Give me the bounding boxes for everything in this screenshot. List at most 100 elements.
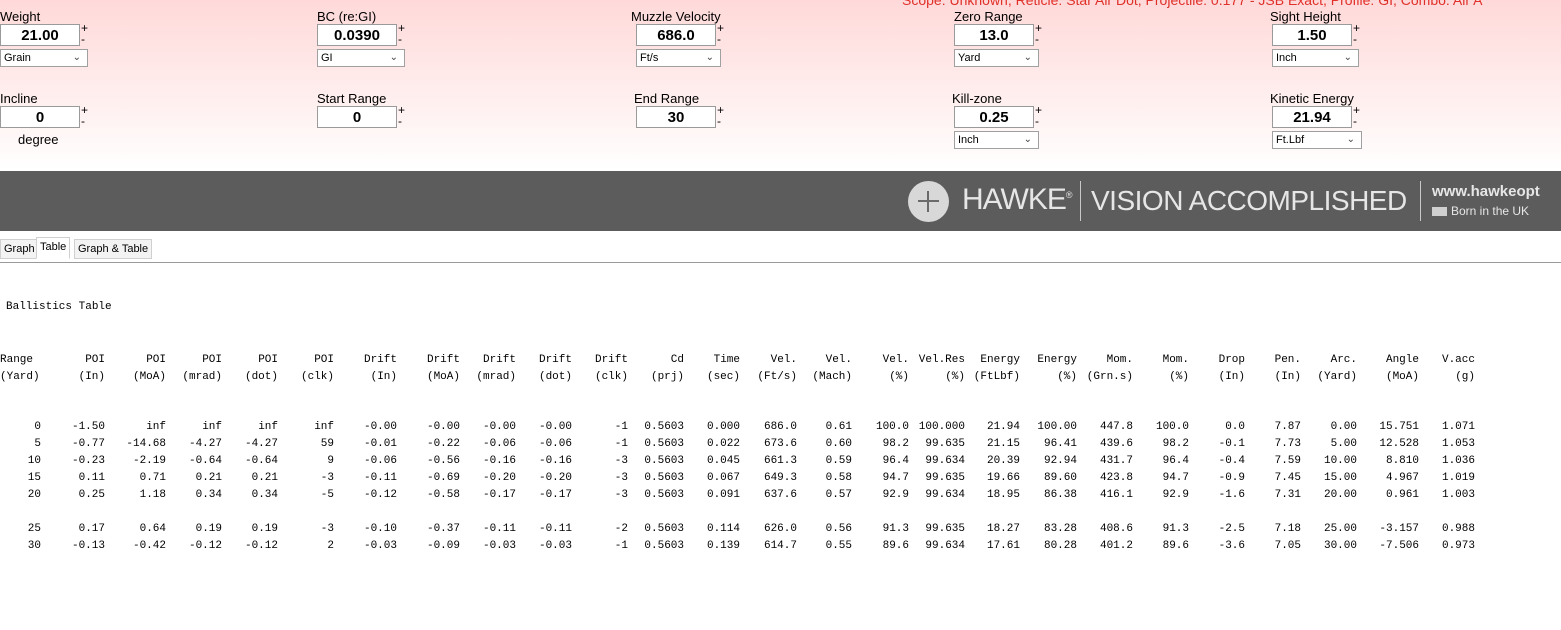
start-range-decrement-button[interactable]: - (398, 115, 402, 127)
sight-height-decrement-button[interactable]: - (1353, 33, 1357, 45)
table-cell: (In) (370, 371, 397, 383)
table-cell: 0.11 (78, 472, 105, 484)
table-cell: 25.00 (1323, 523, 1357, 535)
brand-slogan: VISION ACCOMPLISHED (1091, 185, 1407, 216)
tab-table[interactable]: Table (36, 237, 71, 259)
kinetic-energy-field: Kinetic Energy + - Ft.Lbf ⌄ (1270, 91, 1380, 149)
kill-zone-label: Kill-zone (952, 91, 1002, 106)
bc-decrement-button[interactable]: - (398, 33, 402, 45)
table-cell: -0.00 (363, 421, 397, 433)
weight-unit-select[interactable]: Grain ⌄ (0, 49, 88, 67)
table-cell: -5 (320, 489, 334, 501)
zero-range-input[interactable] (954, 24, 1034, 46)
table-title: Ballistics Table (6, 301, 112, 313)
end-range-spinner: + - (636, 104, 724, 128)
tab-graph[interactable]: Graph (0, 239, 39, 259)
table-cell: -3 (320, 523, 334, 535)
start-range-input[interactable] (317, 106, 397, 128)
muzzle-velocity-field: Muzzle Velocity + - Ft/s ⌄ (631, 9, 741, 67)
sight-height-unit-select[interactable]: Inch ⌄ (1272, 49, 1359, 67)
kill-zone-spinner: + - (954, 104, 1042, 128)
table-cell: V.acc (1441, 354, 1475, 366)
chevron-down-icon: ⌄ (72, 52, 81, 63)
weight-decrement-button[interactable]: - (81, 33, 85, 45)
weight-unit-value: Grain (4, 52, 31, 64)
table-cell: -0.23 (71, 455, 105, 467)
table-cell: POI (314, 354, 334, 366)
table-cell: (Yard) (1317, 371, 1357, 383)
table-cell: -0.01 (363, 438, 397, 450)
brand-divider (1080, 181, 1081, 221)
end-range-input[interactable] (636, 106, 716, 128)
zero-range-decrement-button[interactable]: - (1035, 33, 1039, 45)
muzzle-velocity-unit-value: Ft/s (640, 52, 659, 64)
tab-divider (0, 262, 1561, 263)
bc-input[interactable] (317, 24, 397, 46)
table-cell: 2 (327, 540, 334, 552)
incline-unit-label: degree (18, 132, 59, 147)
table-cell: 1.019 (1441, 472, 1475, 484)
table-cell: 59 (320, 438, 334, 450)
bc-spinner: + - (317, 22, 405, 46)
sight-height-input[interactable] (1272, 24, 1352, 46)
uk-flag-icon (1432, 207, 1447, 216)
table-cell: -3 (320, 472, 334, 484)
kinetic-energy-unit-value: Ft.Lbf (1276, 134, 1305, 146)
end-range-decrement-button[interactable]: - (717, 115, 721, 127)
crosshair-logo-icon (908, 181, 949, 222)
table-cell: 0.988 (1441, 523, 1475, 535)
zero-range-unit-select[interactable]: Yard ⌄ (954, 49, 1039, 67)
incline-field: Incline + - degree (0, 91, 110, 147)
zero-range-spinner: + - (954, 22, 1042, 46)
table-cell: POI (85, 354, 105, 366)
table-cell: 0.00 (1330, 421, 1357, 433)
start-range-field: Start Range + - (317, 91, 427, 128)
kill-zone-field: Kill-zone + - Inch ⌄ (952, 91, 1062, 149)
table-cell: (Yard) (0, 371, 40, 383)
incline-spinner: + - (0, 104, 88, 128)
table-cell: -0.77 (71, 438, 105, 450)
chevron-down-icon: ⌄ (705, 52, 714, 63)
table-cell: Arc. (1330, 354, 1357, 366)
incline-decrement-button[interactable]: - (81, 115, 85, 127)
table-cell: (In) (78, 371, 105, 383)
kinetic-energy-unit-select[interactable]: Ft.Lbf ⌄ (1272, 131, 1362, 149)
tab-graph-and-table[interactable]: Graph & Table (74, 239, 153, 259)
table-cell: 0.17 (78, 523, 105, 535)
brand-divider (1420, 181, 1421, 221)
weight-input[interactable] (0, 24, 80, 46)
brand-url: www.hawkeopt (1432, 183, 1540, 200)
table-cell: -0.03 (363, 540, 397, 552)
end-range-label: End Range (634, 91, 700, 106)
table-cell: 15.00 (1323, 472, 1357, 484)
incline-label: Incline (0, 91, 38, 106)
bc-model-select[interactable]: GI ⌄ (317, 49, 405, 67)
muzzle-velocity-decrement-button[interactable]: - (717, 33, 721, 45)
bc-model-value: GI (321, 52, 333, 64)
table-cell: 0.973 (1441, 540, 1475, 552)
bc-label: BC (re:GI) (317, 9, 377, 24)
muzzle-velocity-input[interactable] (636, 24, 716, 46)
kill-zone-input[interactable] (954, 106, 1034, 128)
kinetic-energy-decrement-button[interactable]: - (1353, 115, 1357, 127)
table-cell: Range (0, 354, 34, 366)
kinetic-energy-spinner: + - (1272, 104, 1360, 128)
zero-range-label: Zero Range (954, 9, 1023, 24)
kinetic-energy-input[interactable] (1272, 106, 1352, 128)
muzzle-velocity-unit-select[interactable]: Ft/s ⌄ (636, 49, 721, 67)
kill-zone-decrement-button[interactable]: - (1035, 115, 1039, 127)
table-cell: Drift (363, 354, 397, 366)
zero-range-field: Zero Range + - Yard ⌄ (954, 9, 1064, 67)
table-cell: -1.50 (71, 421, 105, 433)
table-cell: 9 (327, 455, 334, 467)
incline-input[interactable] (0, 106, 80, 128)
kinetic-energy-label: Kinetic Energy (1270, 91, 1354, 106)
registered-mark: ® (1065, 190, 1073, 200)
kill-zone-unit-select[interactable]: Inch ⌄ (954, 131, 1039, 149)
brand-name: HAWKE (962, 183, 1067, 216)
muzzle-velocity-spinner: + - (636, 22, 724, 46)
weight-spinner: + - (0, 22, 88, 46)
table-cell: 10.00 (1323, 455, 1357, 467)
sight-height-unit-value: Inch (1276, 52, 1297, 64)
bc-field: BC (re:GI) + - GI ⌄ (317, 9, 427, 67)
